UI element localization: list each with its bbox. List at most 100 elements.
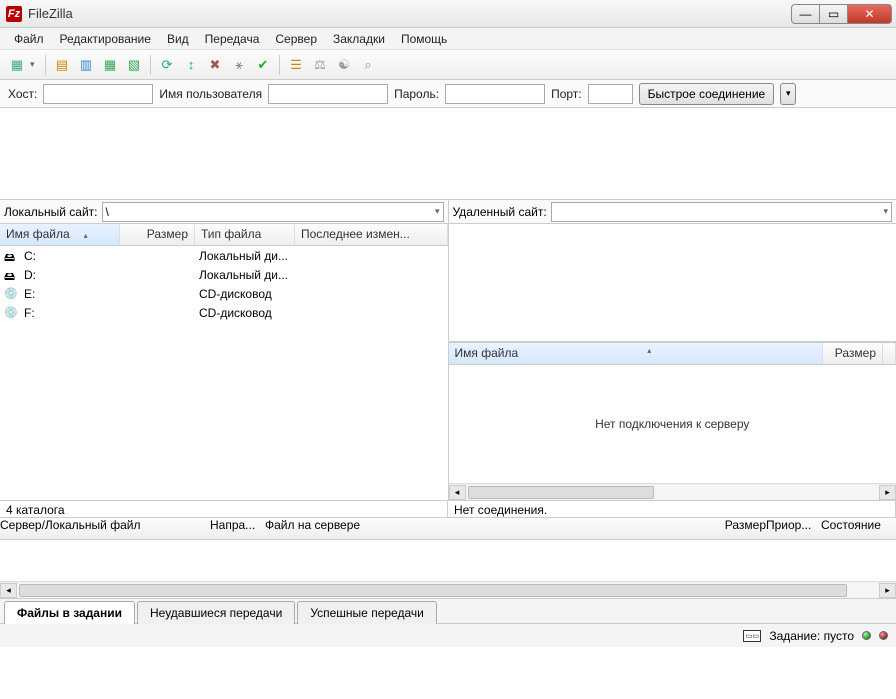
scroll-right-icon[interactable]: ▸ <box>879 583 896 598</box>
item-name: C: <box>24 249 124 263</box>
separator-icon <box>45 55 46 75</box>
refresh-button[interactable]: ⟳ <box>156 54 178 76</box>
menu-view[interactable]: Вид <box>159 29 197 49</box>
menu-server[interactable]: Сервер <box>267 29 325 49</box>
local-list[interactable]: 🖴 C: Локальный ди... 🖴 D: Локальный ди... 💿 E: C… <box>0 246 448 500</box>
list-item[interactable]: 🖴 C: Локальный ди... <box>0 246 448 265</box>
queue-pane: Сервер/Локальный файл Напра... Файл на с… <box>0 518 896 598</box>
item-type: Локальный ди... <box>199 249 299 263</box>
filter-button[interactable]: ☰ <box>285 54 307 76</box>
remote-tree[interactable] <box>449 224 896 342</box>
port-input[interactable] <box>588 84 633 104</box>
activity-led-send-icon <box>879 631 888 640</box>
col-name[interactable]: Имя файла▴ <box>449 343 824 364</box>
host-input[interactable] <box>43 84 153 104</box>
queue-scrollbar[interactable]: ◂ ▸ <box>0 581 896 598</box>
reconnect-button[interactable]: ✔ <box>252 54 274 76</box>
menu-transfer[interactable]: Передача <box>197 29 268 49</box>
username-input[interactable] <box>268 84 388 104</box>
quickconnect-dropdown[interactable]: ▾ <box>780 83 796 105</box>
compare-button[interactable]: ⚖ <box>309 54 331 76</box>
scroll-left-icon[interactable]: ◂ <box>449 485 466 500</box>
tab-queued[interactable]: Файлы в задании <box>4 601 135 624</box>
col-more[interactable] <box>883 343 896 364</box>
queue-list[interactable] <box>0 540 896 581</box>
port-label: Порт: <box>551 87 582 101</box>
item-type: Локальный ди... <box>199 268 299 282</box>
title-bar: Fz FileZilla — ▭ ✕ <box>0 0 896 28</box>
site-manager-dropdown[interactable]: ▾ <box>30 59 40 70</box>
col-name[interactable]: Имя файла▴ <box>0 224 120 245</box>
menu-bar: Файл Редактирование Вид Передача Сервер … <box>0 28 896 50</box>
menu-bookmarks[interactable]: Закладки <box>325 29 393 49</box>
local-pane: Локальный сайт: \ ▾ Имя файла▴ Размер Ти… <box>0 200 449 500</box>
queue-status-label: Задание: пусто <box>769 629 854 643</box>
toggle-remote-tree-button[interactable]: ▧ <box>123 54 145 76</box>
remote-list-header: Имя файла▴ Размер <box>449 343 896 365</box>
remote-site-label: Удаленный сайт: <box>453 205 547 219</box>
queue-header: Сервер/Локальный файл Напра... Файл на с… <box>0 518 896 540</box>
list-item[interactable]: 💿F:CD-дисковод <box>0 303 448 322</box>
password-input[interactable] <box>445 84 545 104</box>
sort-asc-icon: ▴ <box>647 346 651 355</box>
separator-icon <box>279 55 280 75</box>
remote-site-bar: Удаленный сайт: ▾ <box>449 200 896 224</box>
tab-successful[interactable]: Успешные передачи <box>297 601 437 624</box>
separator-icon <box>150 55 151 75</box>
col-size[interactable]: Размер <box>823 343 883 364</box>
item-type: CD-дисковод <box>199 306 299 320</box>
toggle-queue-button[interactable]: ▦ <box>99 54 121 76</box>
col-server[interactable]: Сервер/Локальный файл <box>0 518 210 539</box>
menu-edit[interactable]: Редактирование <box>52 29 159 49</box>
message-log[interactable] <box>0 108 896 200</box>
list-item[interactable]: 🖴 D: Локальный ди... <box>0 265 448 284</box>
remote-summary: Нет соединения. <box>448 501 896 517</box>
chevron-down-icon: ▾ <box>435 206 440 217</box>
minimize-button[interactable]: — <box>791 4 820 24</box>
scroll-left-icon[interactable]: ◂ <box>0 583 17 598</box>
item-name: D: <box>24 268 124 282</box>
col-size[interactable]: Размер <box>711 518 766 539</box>
status-bar: ▭▭ Задание: пусто <box>0 623 896 647</box>
remote-scrollbar[interactable]: ◂ ▸ <box>449 483 896 500</box>
disconnect-button[interactable]: ⚹ <box>228 54 250 76</box>
local-site-combo[interactable]: \ ▾ <box>102 202 444 222</box>
quickconnect-bar: Хост: Имя пользователя Пароль: Порт: Быс… <box>0 80 896 108</box>
close-button[interactable]: ✕ <box>847 4 892 24</box>
tab-failed[interactable]: Неудавшиеся передачи <box>137 601 295 624</box>
col-type[interactable]: Тип файла <box>195 224 295 245</box>
remote-pane: Удаленный сайт: ▾ Имя файла▴ Размер Нет … <box>449 200 896 500</box>
item-name: F: <box>24 306 124 320</box>
window-title: FileZilla <box>28 6 792 21</box>
col-direction[interactable]: Напра... <box>210 518 265 539</box>
username-label: Имя пользователя <box>159 87 262 101</box>
process-queue-button[interactable]: ↕ <box>180 54 202 76</box>
window-controls: — ▭ ✕ <box>792 4 892 24</box>
activity-led-recv-icon <box>862 631 871 640</box>
list-item[interactable]: 💿E:CD-дисковод <box>0 284 448 303</box>
scroll-right-icon[interactable]: ▸ <box>879 485 896 500</box>
maximize-button[interactable]: ▭ <box>819 4 848 24</box>
col-remote-file[interactable]: Файл на сервере <box>265 518 711 539</box>
remote-empty-message: Нет подключения к серверу <box>449 365 896 483</box>
remote-site-combo[interactable]: ▾ <box>551 202 892 222</box>
quickconnect-button[interactable]: Быстрое соединение <box>639 83 775 105</box>
toggle-log-button[interactable]: ▤ <box>51 54 73 76</box>
sync-browse-button[interactable]: ☯ <box>333 54 355 76</box>
col-status[interactable]: Состояние <box>821 518 896 539</box>
col-priority[interactable]: Приор... <box>766 518 821 539</box>
toggle-tree-button[interactable]: ▥ <box>75 54 97 76</box>
col-size[interactable]: Размер <box>120 224 195 245</box>
item-name: E: <box>24 287 124 301</box>
col-modified[interactable]: Последнее измен... <box>295 224 448 245</box>
drive-icon: 💿 <box>4 287 20 301</box>
cancel-button[interactable]: ✖ <box>204 54 226 76</box>
site-manager-button[interactable]: ▦ <box>6 54 28 76</box>
menu-file[interactable]: Файл <box>6 29 52 49</box>
drive-icon: 🖴 <box>4 249 20 263</box>
local-site-path: \ <box>106 205 109 219</box>
search-button[interactable]: ⌕ <box>357 54 379 76</box>
drive-icon: 🖴 <box>4 268 20 282</box>
menu-help[interactable]: Помощь <box>393 29 455 49</box>
toolbar: ▦ ▾ ▤ ▥ ▦ ▧ ⟳ ↕ ✖ ⚹ ✔ ☰ ⚖ ☯ ⌕ <box>0 50 896 80</box>
